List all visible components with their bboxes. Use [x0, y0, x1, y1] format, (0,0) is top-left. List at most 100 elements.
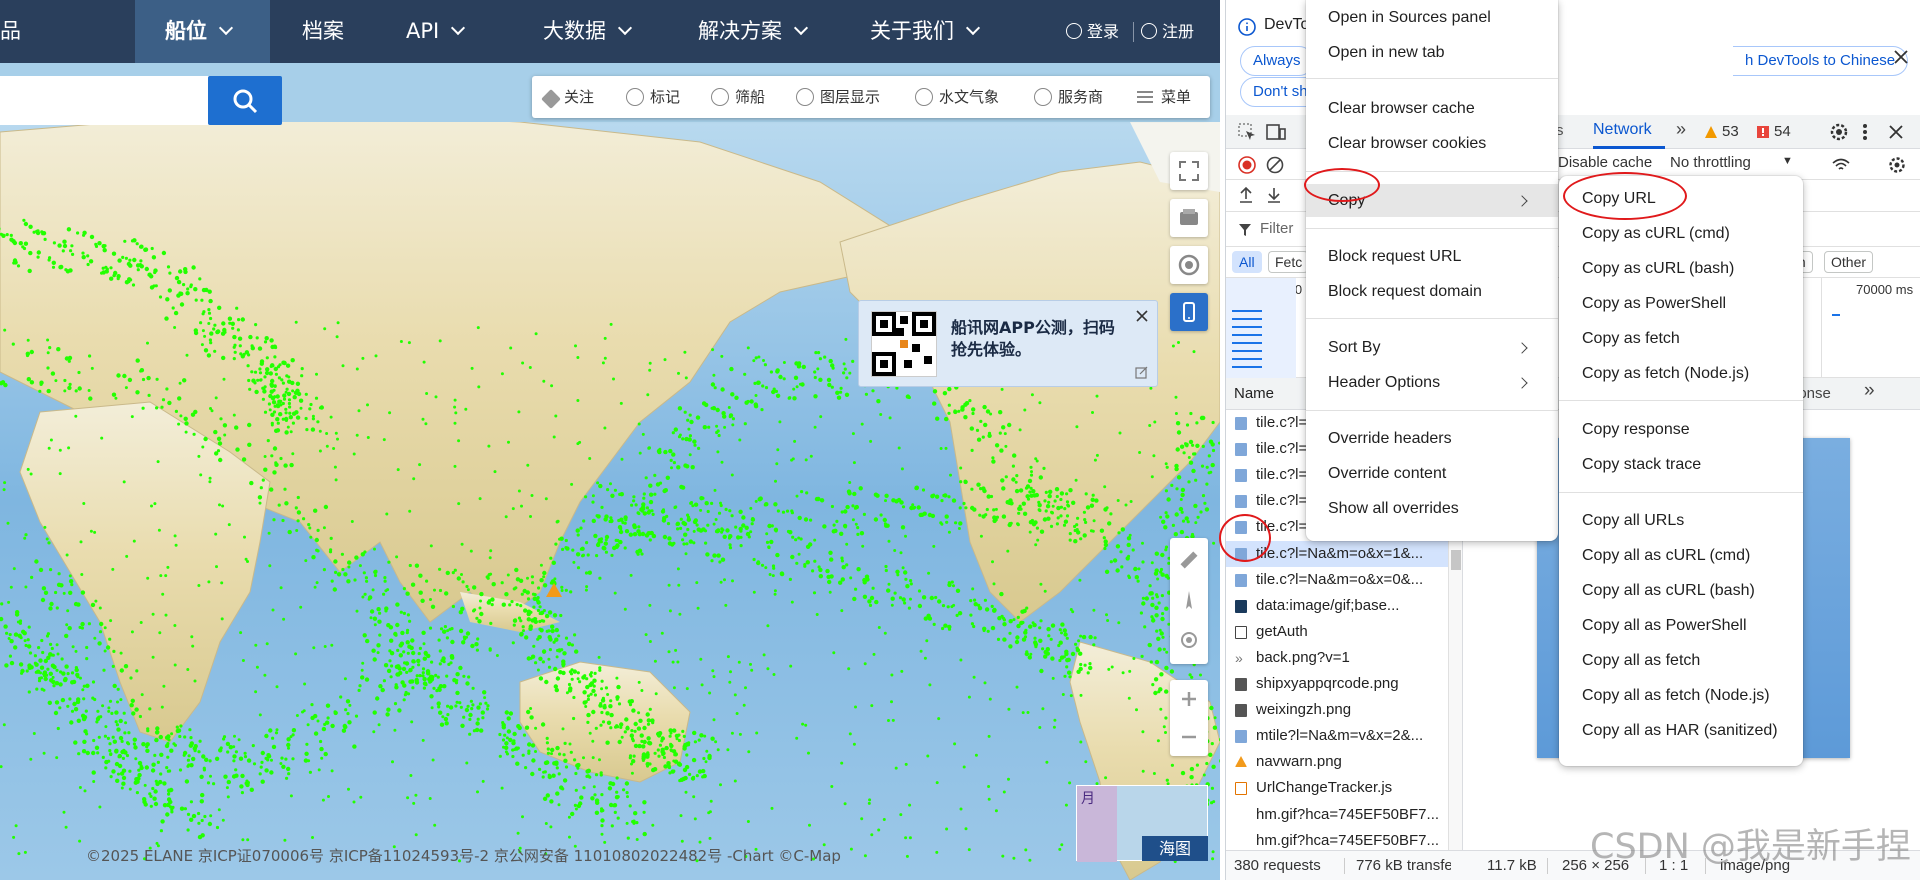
menu-clear-cookies[interactable]: Clear browser cookies [1306, 129, 1558, 159]
filter-input[interactable]: Filter [1260, 220, 1293, 237]
settings-gear-icon[interactable] [1829, 122, 1849, 142]
device-toolbar-icon[interactable] [1266, 123, 1286, 141]
record-icon[interactable] [1238, 156, 1256, 174]
name-column-header[interactable]: Name [1234, 385, 1274, 402]
world-map[interactable] [0, 122, 1220, 880]
error-icon[interactable] [1756, 125, 1770, 139]
menu-copy-all-curl-cmd[interactable]: Copy all as cURL (cmd) [1559, 541, 1803, 571]
toolbar-filter-ships[interactable]: 筛船 [711, 76, 765, 118]
menu-copy-as-fetch[interactable]: Copy as fetch [1559, 324, 1803, 354]
menu-copy-all-urls[interactable]: Copy all URLs [1559, 506, 1803, 536]
menu-copy-all-har[interactable]: Copy all as HAR (sanitized) [1559, 716, 1803, 746]
menu-copy-all-curl-bash[interactable]: Copy all as cURL (bash) [1559, 576, 1803, 606]
menu-header-options[interactable]: Header Options [1306, 368, 1558, 398]
ruler-icon[interactable] [1177, 548, 1201, 572]
network-settings-icon[interactable] [1888, 156, 1906, 174]
menu-open-in-new-tab[interactable]: Open in new tab [1306, 38, 1558, 68]
menu-copy-as-powershell[interactable]: Copy as PowerShell [1559, 289, 1803, 319]
menu-override-content[interactable]: Override content [1306, 459, 1558, 489]
scrollbar-thumb[interactable] [1451, 550, 1461, 570]
menu-copy-as-curl-cmd[interactable]: Copy as cURL (cmd) [1559, 219, 1803, 249]
nav-item-big-data[interactable]: 大数据 [543, 0, 633, 63]
zoom-out-icon[interactable] [1177, 725, 1201, 749]
throttling-select[interactable]: No throttling [1670, 154, 1751, 171]
nav-product-fragment[interactable]: 品 [0, 0, 21, 63]
ship-dot [63, 389, 67, 393]
always-match-button[interactable]: Always [1240, 46, 1314, 76]
message-button[interactable] [1170, 199, 1208, 237]
search-input[interactable] [0, 76, 210, 125]
error-count[interactable]: 54 [1774, 123, 1791, 140]
menu-copy-all-fetch[interactable]: Copy all as fetch [1559, 646, 1803, 676]
feedback-icon[interactable] [1135, 365, 1149, 379]
toolbar-menu[interactable]: 菜单 [1137, 76, 1191, 118]
compass-icon[interactable] [1177, 588, 1201, 612]
toolbar-weather[interactable]: 水文气象 [915, 76, 999, 118]
export-har-icon[interactable] [1266, 186, 1282, 204]
menu-open-in-sources[interactable]: Open in Sources panel [1306, 3, 1558, 33]
search-button[interactable] [208, 76, 282, 125]
chip-other[interactable]: Other [1824, 251, 1874, 273]
more-tabs-icon[interactable]: » [1676, 119, 1686, 140]
request-row[interactable]: hm.gif?hca=745EF50BF7... [1226, 828, 1448, 850]
toolbar-follow[interactable]: 关注 [541, 76, 594, 118]
request-row[interactable]: data:image/gif;base... [1226, 593, 1448, 619]
request-row[interactable]: tile.c?l=Na&m=o&x=0&... [1226, 567, 1448, 593]
request-row[interactable]: shipxyappqrcode.png [1226, 671, 1448, 697]
nav-item-api[interactable]: API [406, 0, 466, 63]
clear-icon[interactable] [1266, 156, 1284, 174]
menu-override-headers[interactable]: Override headers [1306, 424, 1558, 454]
menu-sort-by[interactable]: Sort By [1306, 333, 1558, 363]
locate-icon[interactable] [1177, 628, 1201, 652]
toolbar-layers[interactable]: 图层显示 [796, 76, 880, 118]
mobile-app-button[interactable] [1170, 293, 1208, 331]
menu-copy-as-fetch-node[interactable]: Copy as fetch (Node.js) [1559, 359, 1803, 389]
dropdown-arrow-icon[interactable]: ▼ [1782, 155, 1793, 167]
menu-copy-stack-trace[interactable]: Copy stack trace [1559, 450, 1803, 480]
request-row[interactable]: mtile?l=Na&m=v&x=2&... [1226, 723, 1448, 749]
warning-count[interactable]: 53 [1722, 123, 1739, 140]
nav-item-archive[interactable]: 档案 [302, 0, 344, 63]
nav-item-solutions[interactable]: 解决方案 [698, 0, 809, 63]
nav-item-about[interactable]: 关于我们 [870, 0, 981, 63]
toolbar-providers[interactable]: 服务商 [1034, 76, 1103, 118]
ship-dot [476, 790, 479, 794]
warning-icon[interactable] [1704, 125, 1718, 139]
wifi-settings-icon[interactable] [1831, 157, 1851, 173]
tab-network[interactable]: Network [1593, 121, 1652, 139]
menu-copy-all-powershell[interactable]: Copy all as PowerShell [1559, 611, 1803, 641]
toolbar-mark[interactable]: 标记 [626, 76, 680, 118]
menu-clear-cache[interactable]: Clear browser cache [1306, 94, 1558, 124]
login-link[interactable]: 登录 [1066, 0, 1119, 63]
zoom-in-icon[interactable] [1177, 687, 1201, 711]
support-button[interactable] [1170, 246, 1208, 284]
menu-block-request-domain[interactable]: Block request domain [1306, 277, 1558, 307]
chart-layer-button[interactable]: 海图 [1142, 836, 1208, 861]
request-row[interactable]: navwarn.png [1226, 749, 1448, 775]
menu-block-request-url[interactable]: Block request URL [1306, 242, 1558, 272]
import-har-icon[interactable] [1238, 186, 1254, 204]
more-options-icon[interactable] [1862, 123, 1868, 141]
switch-language-button[interactable]: h DevTools to Chinese [1733, 46, 1909, 76]
register-link[interactable]: 注册 [1141, 0, 1194, 63]
nav-item-ship-position[interactable]: 船位 [135, 0, 270, 63]
request-row[interactable]: getAuth [1226, 619, 1448, 645]
disable-cache-checkbox[interactable]: Disable cache [1558, 154, 1652, 171]
request-row[interactable]: hm.gif?hca=745EF50BF7... [1226, 802, 1448, 828]
inspect-element-icon[interactable] [1238, 123, 1256, 141]
world-map-canvas[interactable] [0, 122, 1220, 880]
close-icon[interactable] [1893, 49, 1909, 65]
chip-all[interactable]: All [1232, 251, 1262, 273]
chip-fetch[interactable]: Fetc [1268, 251, 1309, 273]
request-row[interactable]: weixingzh.png [1226, 697, 1448, 723]
close-icon[interactable] [1135, 309, 1149, 323]
more-tabs-icon[interactable]: » [1864, 380, 1875, 402]
menu-copy-response[interactable]: Copy response [1559, 415, 1803, 445]
fullscreen-button[interactable] [1170, 152, 1208, 190]
menu-show-all-overrides[interactable]: Show all overrides [1306, 494, 1558, 524]
menu-copy-all-fetch-node[interactable]: Copy all as fetch (Node.js) [1559, 681, 1803, 711]
request-row[interactable]: UrlChangeTracker.js [1226, 775, 1448, 801]
close-devtools-icon[interactable] [1888, 124, 1904, 140]
request-row[interactable]: » back.png?v=1 [1226, 645, 1448, 671]
menu-copy-as-curl-bash[interactable]: Copy as cURL (bash) [1559, 254, 1803, 284]
